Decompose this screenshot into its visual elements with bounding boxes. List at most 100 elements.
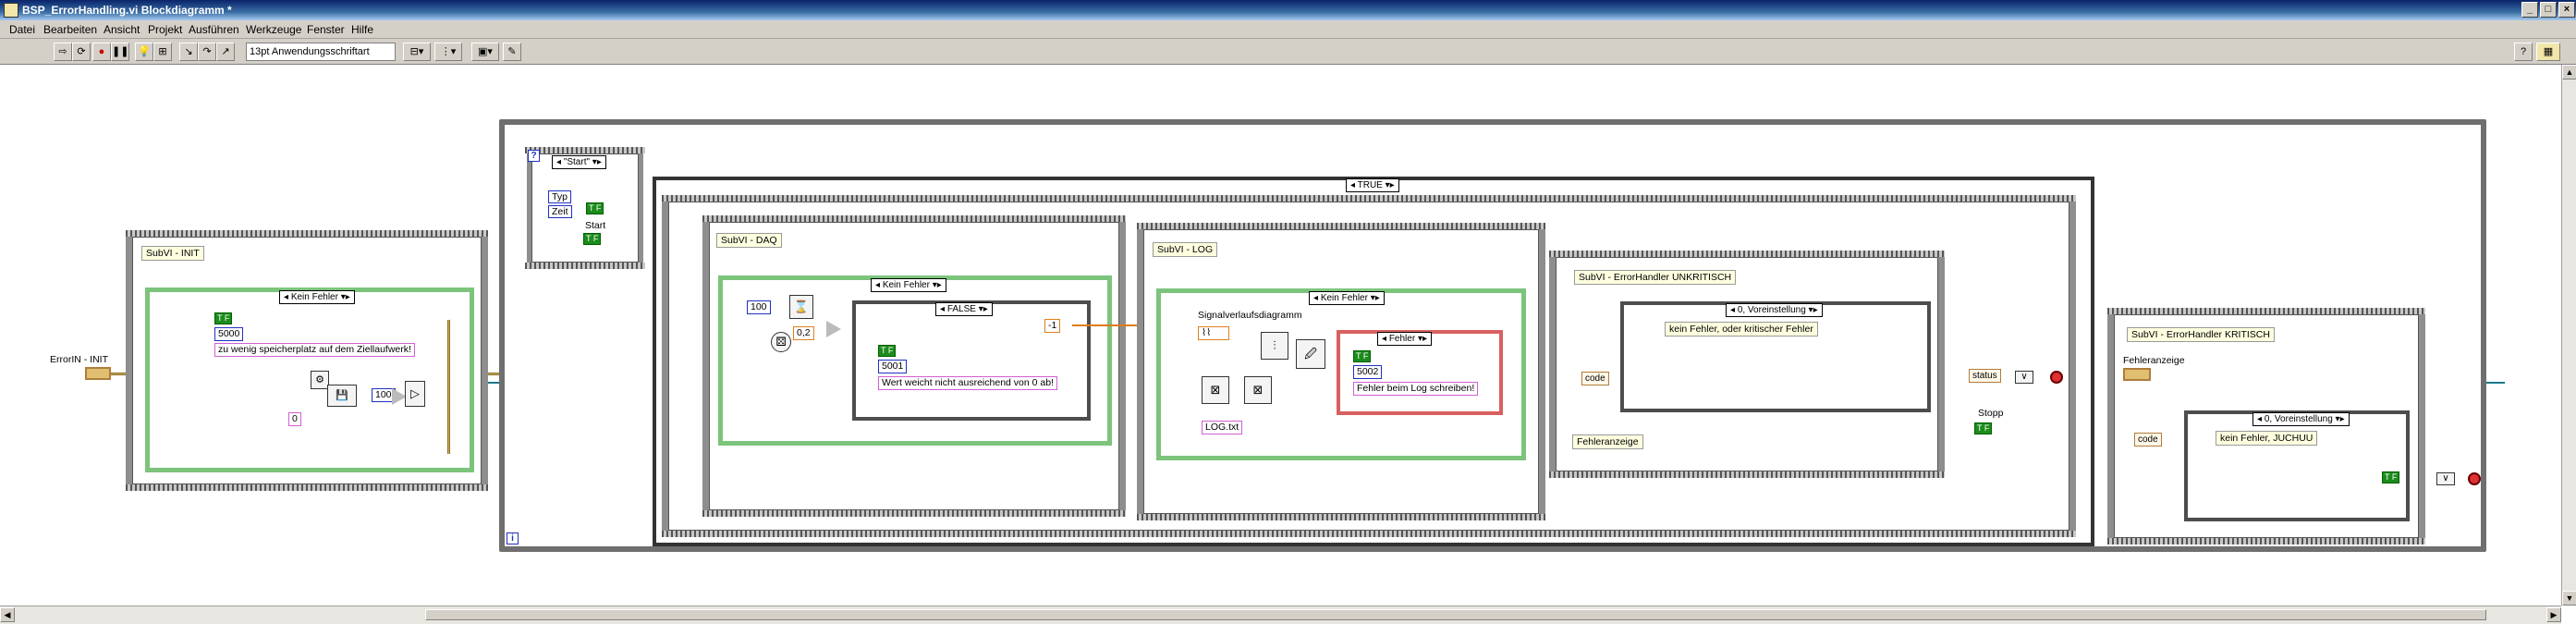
align-objects-icon[interactable]: ⊟▾ — [403, 43, 431, 61]
write-file-icon[interactable]: 🖉 — [1296, 339, 1325, 369]
init-small-num[interactable]: 0 — [288, 412, 301, 426]
block-diagram-canvas[interactable]: ErrorIN - INIT SubVI - INIT ◂ Kein Fehle… — [0, 66, 2561, 606]
kritisch-code-unbundle[interactable]: code — [2134, 433, 2162, 447]
log-message[interactable]: Fehler beim Log schreiben! — [1353, 382, 1479, 396]
log-case-structure[interactable]: ◂ Kein Fehler ▾▸ Signalverlaufsdiagramm … — [1156, 288, 1526, 460]
kritisch-sequence-frame[interactable]: SubVI - ErrorHandler KRITISCH Fehleranze… — [2107, 308, 2425, 544]
start-sequence-frame[interactable]: ? ◂ "Start" ▾▸ Typ Zeit Start T F — [525, 147, 645, 269]
select-node-icon[interactable]: ▷ — [405, 381, 425, 407]
scroll-right-icon[interactable]: ▶ — [2546, 607, 2561, 622]
menu-projekt[interactable]: Projekt — [148, 23, 182, 36]
help-button[interactable]: ? — [2514, 43, 2533, 61]
kritisch-case[interactable]: ◂ 0, Voreinstellung ▾▸ kein Fehler, JUCH… — [2184, 410, 2410, 521]
menu-fenster[interactable]: Fenster — [307, 23, 345, 36]
open-file-icon[interactable]: ⊠ — [1244, 376, 1272, 404]
start-bool[interactable]: T F — [583, 233, 602, 245]
horizontal-scroll-thumb[interactable] — [425, 609, 2486, 620]
maximize-button[interactable]: □ — [2540, 2, 2557, 18]
errorin-terminal[interactable] — [85, 367, 111, 380]
log-case-selector[interactable]: ◂ Kein Fehler ▾▸ — [1309, 291, 1385, 305]
stop-condition-icon[interactable] — [2050, 371, 2063, 384]
distribute-objects-icon[interactable]: ⋮▾ — [434, 43, 462, 61]
unkritisch-case-selector[interactable]: ◂ 0, Voreinstellung ▾▸ — [1726, 303, 1823, 317]
zeit-node[interactable]: Zeit — [548, 205, 572, 218]
merge-signals-icon[interactable]: ⊠ — [1202, 376, 1229, 404]
start-case-selector[interactable]: ◂ "Start" ▾▸ — [552, 155, 606, 169]
main-case-selector[interactable]: ◂ TRUE ▾▸ — [1346, 178, 1399, 192]
log-error-selector[interactable]: ◂ Fehler ▾▸ — [1377, 332, 1432, 346]
step-out-icon[interactable]: ↗ — [216, 43, 235, 61]
init-error-code[interactable]: 5000 — [214, 327, 244, 341]
step-over-icon[interactable]: ↷ — [198, 43, 216, 61]
init-subvi-icon[interactable]: ⚙ — [311, 371, 329, 389]
daq-message[interactable]: Wert weicht nicht ausreichend von 0 ab! — [878, 376, 1057, 390]
kritisch-stop-icon[interactable] — [2468, 472, 2481, 485]
daq-case-selector[interactable]: ◂ Kein Fehler ▾▸ — [871, 278, 946, 292]
init-bool-const[interactable]: T F — [214, 312, 233, 324]
waveform-chart-terminal[interactable]: ⌇⌇ — [1198, 326, 1229, 340]
menu-datei[interactable]: Datei — [9, 23, 35, 36]
graph-label: Signalverlaufsdiagramm — [1198, 310, 1302, 321]
init-message[interactable]: zu wenig speicherplatz auf dem Ziellaufw… — [214, 343, 415, 357]
daq-inner-selector[interactable]: ◂ FALSE ▾▸ — [935, 302, 993, 316]
cleanup-diagram-icon[interactable]: ✎ — [503, 43, 521, 61]
daq-case-structure[interactable]: ◂ Kein Fehler ▾▸ 100 ⌛ ⚄ 0,2 ◂ FALSE ▾▸ … — [718, 275, 1112, 446]
or-node-icon[interactable]: ∨ — [2015, 371, 2033, 384]
init-case-selector[interactable]: ◂ Kein Fehler ▾▸ — [279, 290, 355, 304]
status-unbundle[interactable]: status — [1969, 369, 2001, 383]
disk-space-vi-icon[interactable]: 💾 — [327, 385, 357, 407]
daq-dbl-const[interactable]: 0,2 — [793, 326, 814, 340]
log-error-case[interactable]: ◂ Fehler ▾▸ T F 5002 Fehler beim Log sch… — [1337, 330, 1503, 415]
pause-icon[interactable]: ❚❚ — [111, 43, 129, 61]
unkritisch-sequence-frame[interactable]: SubVI - ErrorHandler UNKRITISCH ◂ 0, Vor… — [1549, 251, 1945, 478]
close-button[interactable]: × — [2558, 2, 2575, 18]
daq-bool-const[interactable]: T F — [878, 345, 897, 357]
unkritisch-indicator[interactable]: Fehleranzeige — [1572, 434, 1643, 449]
unkritisch-frame-label: SubVI - ErrorHandler UNKRITISCH — [1574, 270, 1737, 285]
menu-ausfuehren[interactable]: Ausführen — [189, 23, 239, 36]
wait-icon[interactable]: ⌛ — [789, 295, 813, 319]
log-sequence-frame[interactable]: SubVI - LOG ◂ Kein Fehler ▾▸ Signalverla… — [1137, 223, 1545, 520]
daq-sequence-frame[interactable]: SubVI - DAQ ◂ Kein Fehler ▾▸ 100 ⌛ ⚄ 0,2… — [702, 215, 1126, 517]
run-arrow-icon[interactable]: ⇨ — [54, 43, 72, 61]
unkritisch-code-unbundle[interactable]: code — [1581, 372, 1609, 385]
kritisch-bool[interactable]: T F — [2382, 471, 2400, 483]
log-error-code[interactable]: 5002 — [1353, 365, 1383, 379]
log-error-selector-text: Fehler — [1388, 334, 1416, 344]
init-frame-label: SubVI - INIT — [141, 246, 204, 261]
menu-ansicht[interactable]: Ansicht — [104, 23, 140, 36]
stopp-bool[interactable]: T F — [1974, 422, 1993, 434]
minimize-button[interactable]: _ — [2521, 2, 2538, 18]
typ-node[interactable]: Typ — [548, 190, 571, 203]
step-into-icon[interactable]: ↘ — [179, 43, 198, 61]
log-file-const[interactable]: LOG.txt — [1202, 421, 1243, 434]
scroll-down-icon[interactable]: ▼ — [2562, 591, 2576, 606]
resize-objects-icon[interactable]: ▣▾ — [471, 43, 499, 61]
init-sequence-frame[interactable]: SubVI - INIT ◂ Kein Fehler ▾▸ T F 5000 z… — [126, 230, 488, 491]
font-select[interactable]: 13pt Anwendungsschriftart — [246, 43, 396, 61]
init-case-structure[interactable]: ◂ Kein Fehler ▾▸ T F 5000 zu wenig speic… — [145, 288, 474, 472]
scroll-up-icon[interactable]: ▲ — [2562, 65, 2576, 80]
daq-num-const[interactable]: 100 — [747, 300, 771, 314]
unkritisch-case[interactable]: ◂ 0, Voreinstellung ▾▸ kein Fehler, oder… — [1620, 301, 1931, 412]
run-continuously-icon[interactable]: ⟳ — [72, 43, 91, 61]
kritisch-or-node-icon[interactable]: ∨ — [2436, 472, 2455, 485]
kritisch-indicator-terminal[interactable] — [2123, 368, 2151, 381]
build-waveform-icon[interactable]: ⫶ — [1261, 332, 1288, 360]
daq-error-code[interactable]: 5001 — [878, 360, 908, 373]
abort-icon[interactable]: ● — [92, 43, 111, 61]
menu-werkzeuge[interactable]: Werkzeuge — [246, 23, 301, 36]
vertical-scrollbar[interactable]: ▲ ▼ — [2561, 65, 2576, 606]
menu-bearbeiten[interactable]: Bearbeiten — [43, 23, 97, 36]
scroll-left-icon[interactable]: ◀ — [0, 607, 15, 622]
kritisch-case-selector[interactable]: ◂ 0, Voreinstellung ▾▸ — [2252, 412, 2350, 426]
menu-hilfe[interactable]: Hilfe — [351, 23, 373, 36]
start-iteration-terminal: ? — [528, 150, 540, 162]
highlight-execution-icon[interactable]: 💡 — [135, 43, 153, 61]
errorin-label: ErrorIN - INIT — [50, 354, 108, 365]
random-dice-icon[interactable]: ⚄ — [771, 332, 791, 352]
daq-neg-const[interactable]: -1 — [1044, 319, 1061, 333]
log-bool-const[interactable]: T F — [1353, 350, 1372, 362]
retain-wire-values-icon[interactable]: ⊞ — [153, 43, 172, 61]
true-bool-const[interactable]: T F — [586, 202, 604, 214]
